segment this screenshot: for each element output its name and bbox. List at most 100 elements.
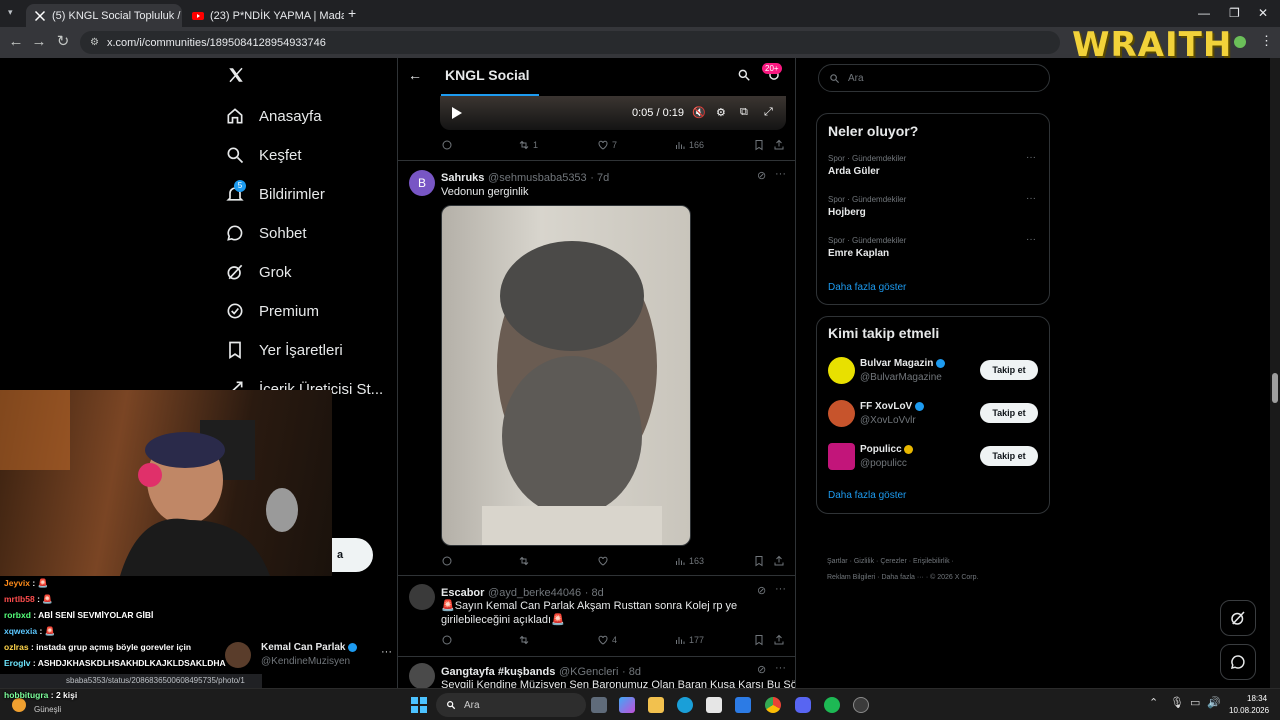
clock-time[interactable]: 18:34 [1247,694,1267,703]
x-logo[interactable] [227,66,245,84]
extension-icon[interactable] [1234,36,1246,48]
taskbar-search[interactable]: Ara [436,693,586,717]
spotify-icon[interactable] [824,697,840,713]
reply-button[interactable] [441,555,453,567]
trend-item[interactable]: Spor · Gündemdekiler Hojberg ··· [828,193,1040,218]
views-button[interactable]: 163 [674,555,704,567]
play-icon[interactable] [452,107,462,119]
views-button[interactable]: 177 [674,634,704,646]
post-author-name[interactable]: Gangtayfa #kuşbands [441,666,555,678]
obs-icon[interactable] [853,697,869,713]
store-icon[interactable] [706,697,722,713]
video-player[interactable]: 0:05 / 0:19 🔇 ⚙ ⧉ ⤢ [440,96,786,130]
search-icon[interactable] [737,68,751,82]
tab-x-community[interactable]: (5) KNGL Social Topluluk / X ✕ [26,4,182,27]
file-explorer-icon[interactable] [648,697,664,713]
mail-icon[interactable] [735,697,751,713]
chrome-icon[interactable] [765,697,781,713]
forward-icon[interactable]: → [31,34,47,50]
new-tab-button[interactable]: + [348,5,356,21]
share-button[interactable] [773,555,785,567]
sidebar-item-premium[interactable]: Premium [225,294,319,328]
back-arrow-icon[interactable]: ← [408,67,422,83]
grok-explain-icon[interactable]: ⊘ [757,584,766,597]
footer-link[interactable]: Reklam Bilgileri [827,574,875,581]
reply-button[interactable] [441,634,453,646]
sidebar-item-explore[interactable]: Keşfet [225,138,302,172]
grok-explain-icon[interactable]: ⊘ [757,663,766,676]
post-author-handle[interactable]: @KGencleri [559,666,618,678]
avatar[interactable] [828,400,855,427]
avatar[interactable] [828,443,855,470]
avatar[interactable] [828,357,855,384]
avatar[interactable] [409,584,435,610]
more-icon[interactable]: ··· [1026,152,1036,163]
sidebar-item-grok[interactable]: Grok [225,255,292,289]
sidebar-item-notifications[interactable]: 5 Bildirimler [225,177,325,211]
retweet-button[interactable]: 1 [518,139,538,151]
search-input[interactable]: Ara [818,64,1050,92]
bookmark-button[interactable] [753,555,765,567]
show-more-link[interactable]: Daha fazla göster [828,490,906,501]
post-time[interactable]: 8d [629,666,641,678]
back-icon[interactable]: ← [8,34,24,50]
footer-link[interactable]: Şartlar [827,558,848,565]
more-icon[interactable]: ··· [775,583,786,595]
follow-suggestion[interactable]: FF XovLoV @XovLoVvlr Takip et [828,400,1040,428]
post-author-handle[interactable]: @ayd_berke44046 [488,587,581,599]
sidebar-item-bookmarks[interactable]: Yer İşaretleri [225,333,343,367]
gear-icon[interactable]: ⚙ [716,106,726,119]
microphone-icon[interactable]: 🎙 [1170,696,1184,709]
retweet-button[interactable] [518,634,530,646]
volume-icon[interactable]: 🔊 [1207,696,1221,709]
mute-icon[interactable]: 🔇 [692,106,706,119]
bookmark-button[interactable] [753,139,765,151]
post-author-name[interactable]: Sahruks [441,172,484,184]
scrollbar[interactable] [1270,58,1280,688]
post[interactable]: B Sahruks @sehmusbaba5353 · 7d ⊘ ··· Ved… [398,161,795,575]
like-button[interactable]: 7 [597,139,617,151]
task-view-icon[interactable] [591,697,607,713]
edge-icon[interactable] [677,697,693,713]
footer-link[interactable]: Çerezler [880,558,906,565]
more-icon[interactable]: ··· [1026,234,1036,245]
post-author-handle[interactable]: @sehmusbaba5353 [488,172,587,184]
follow-button[interactable]: Takip et [980,446,1038,466]
discord-icon[interactable] [795,697,811,713]
tray-overflow-icon[interactable]: ⌃ [1149,696,1158,709]
views-button[interactable]: 166 [674,139,704,151]
tab-list-button[interactable]: ▾ [8,7,20,19]
follow-suggestion[interactable]: Populicc @populicc Takip et [828,443,1040,471]
grok-fab[interactable] [1220,600,1256,636]
weather-icon[interactable] [12,698,26,712]
like-button[interactable]: 4 [597,634,617,646]
follow-button[interactable]: Takip et [980,403,1038,423]
post-button[interactable]: a [331,538,373,572]
trend-item[interactable]: Spor · Gündemdekiler Arda Güler ··· [828,152,1040,177]
grok-explain-icon[interactable]: ⊘ [757,169,766,182]
copilot-icon[interactable] [619,697,635,713]
clock-date[interactable]: 10.08.2026 [1229,706,1269,715]
bookmark-button[interactable] [753,634,765,646]
like-button[interactable] [597,555,609,567]
footer-link[interactable]: Daha fazla ··· [881,574,923,581]
post-time[interactable]: 7d [597,172,609,184]
footer-link[interactable]: Gizlilik [854,558,874,565]
post-image[interactable] [441,205,691,546]
more-icon[interactable]: ··· [775,662,786,674]
show-more-link[interactable]: Daha fazla göster [828,282,906,293]
share-button[interactable] [773,634,785,646]
footer-link[interactable]: Erişilebilirlik [913,558,950,565]
sidebar-item-home[interactable]: Anasayfa [225,99,322,133]
avatar[interactable]: B [409,170,435,196]
network-icon[interactable]: ▭ [1190,696,1200,709]
more-icon[interactable]: ··· [381,646,392,658]
fullscreen-icon[interactable]: ⤢ [764,106,773,119]
post[interactable]: Escabor @ayd_berke44046 · 8d ⊘ ··· 🚨Sayı… [398,576,795,656]
avatar[interactable] [409,663,435,689]
menu-icon[interactable]: ⋮ [1260,33,1273,49]
maximize-button[interactable]: ❐ [1229,6,1240,20]
share-button[interactable] [773,139,785,151]
trend-item[interactable]: Spor · Gündemdekiler Emre Kaplan ··· [828,234,1040,259]
post-time[interactable]: 8d [592,587,604,599]
